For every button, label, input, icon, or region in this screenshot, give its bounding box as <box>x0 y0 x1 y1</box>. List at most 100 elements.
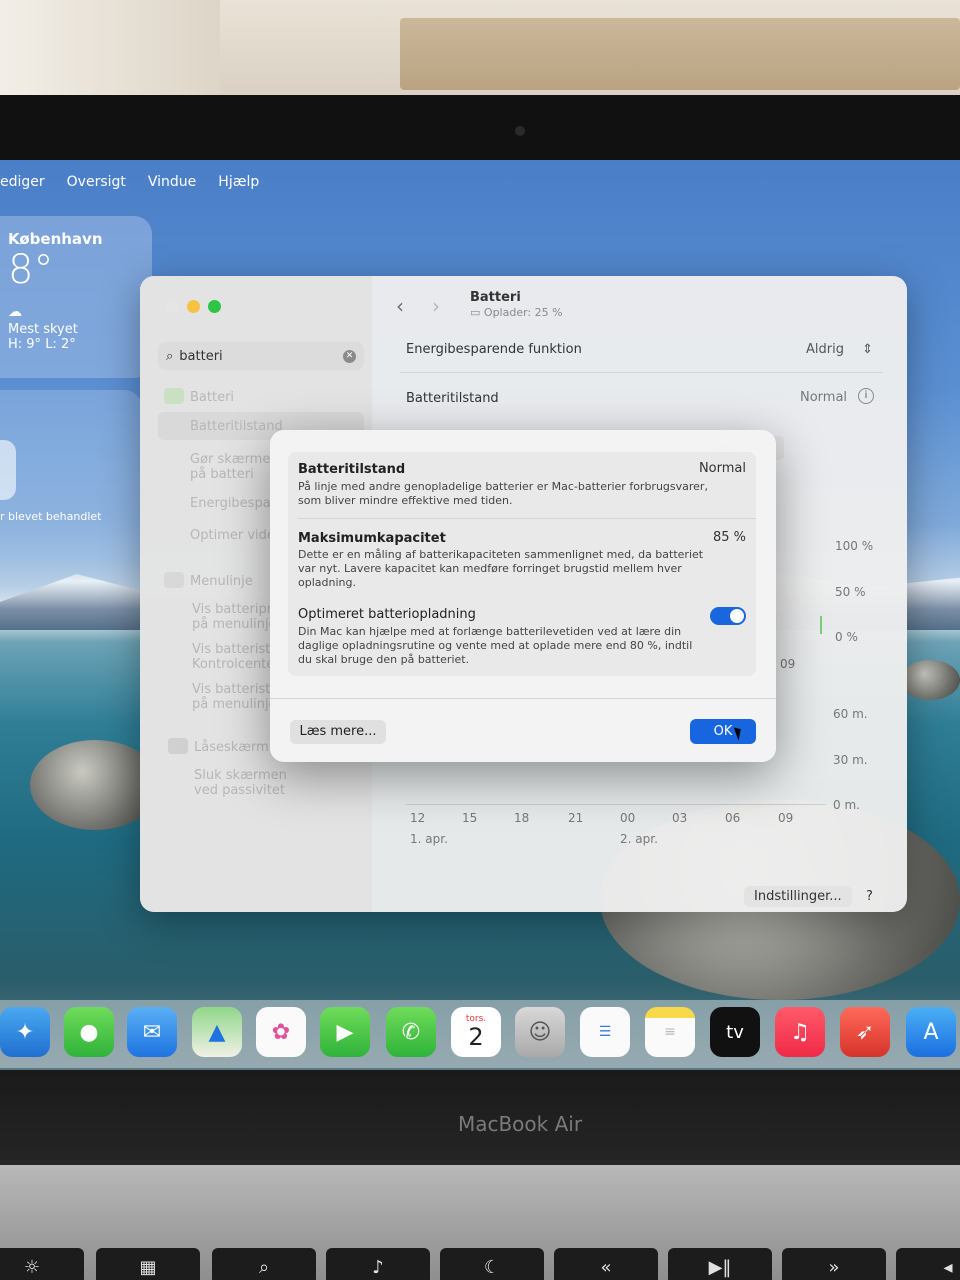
sidebar-item-battery[interactable]: Batteri <box>190 390 234 405</box>
battery-icon <box>164 388 184 404</box>
optimized-charging-toggle[interactable] <box>710 607 746 625</box>
capacity-text: Dette er en måling af batterikapaciteten… <box>298 548 704 589</box>
maps-icon[interactable]: ▲ <box>192 1007 242 1057</box>
capacity-title: Maksimumkapacitet <box>298 531 446 546</box>
apple-tv-icon[interactable]: tv <box>710 1007 760 1057</box>
y-tick: 100 % <box>835 539 874 553</box>
capacity-value: 85 % <box>712 530 746 545</box>
sidebar-item-make-screen[interactable]: Gør skærmen på batteri <box>190 452 279 482</box>
x-tick: 09 <box>778 811 794 825</box>
battery-health-dialog: Batteritilstand Normal På linje med andr… <box>270 430 776 762</box>
menu-edit[interactable]: ediger <box>0 174 45 190</box>
app-store-icon[interactable]: A <box>906 1007 956 1057</box>
weather-range: H: 9° L: 2° <box>8 337 76 352</box>
x-tick: 09 <box>780 657 796 671</box>
menu-view[interactable]: Oversigt <box>67 174 126 190</box>
mute-key-icon: ◂ <box>896 1248 960 1280</box>
x-tick: 18 <box>514 811 530 825</box>
dock: ✦ ● ✉ ▲ ✿ ▶ ✆ tors. 2 ☺ ☰ ≡ tv ♫ ➶ A <box>0 1000 960 1068</box>
sidebar-item-battery-state[interactable]: Batteritilstand <box>190 419 283 434</box>
sidebar-item-label: på batteri <box>190 467 254 482</box>
battery-level-bar <box>820 616 822 634</box>
energy-mode-label: Energibesparende funktion <box>406 342 582 357</box>
ok-button[interactable]: OK <box>690 719 756 744</box>
search-field[interactable]: ⌕ batteri ✕ <box>158 342 364 370</box>
sidebar-item-show-percent[interactable]: Vis batteripr på menulinje <box>192 602 277 632</box>
fast-forward-key-icon: » <box>782 1248 886 1280</box>
sidebar-item-energy[interactable]: Energibespa <box>190 496 271 511</box>
notes-icon[interactable]: ≡ <box>645 1007 695 1057</box>
phone-icon[interactable]: ✆ <box>386 1007 436 1057</box>
launchpad-icon[interactable]: ➶ <box>840 1007 890 1057</box>
widget-icon <box>0 440 16 500</box>
weather-condition: Mest skyet <box>8 322 78 337</box>
menubar: ediger Oversigt Vindue Hjælp <box>0 170 259 194</box>
secondary-widget[interactable]: r blevet behandlet <box>0 390 142 562</box>
photos-icon[interactable]: ✿ <box>256 1007 306 1057</box>
info-icon[interactable]: i <box>858 388 874 404</box>
music-icon[interactable]: ♫ <box>775 1007 825 1057</box>
cloud-icon: ☁ <box>8 304 22 320</box>
optimized-title: Optimeret batteriopladning <box>298 607 476 622</box>
chart-baseline <box>406 804 826 805</box>
focus-key-icon: ☾ <box>440 1248 544 1280</box>
door <box>0 0 220 95</box>
close-window-button[interactable] <box>166 300 179 313</box>
messages-icon[interactable]: ● <box>64 1007 114 1057</box>
contacts-icon[interactable]: ☺ <box>515 1007 565 1057</box>
divider <box>400 372 883 373</box>
clear-search-icon[interactable]: ✕ <box>343 349 356 363</box>
camera <box>515 126 525 136</box>
minimize-window-button[interactable] <box>187 300 200 313</box>
calendar-icon[interactable]: tors. 2 <box>451 1007 501 1057</box>
battery-health-value: Normal <box>800 390 848 405</box>
menubar-icon <box>164 572 184 588</box>
window-controls <box>166 300 221 313</box>
sidebar-item-optimize[interactable]: Optimer vide <box>190 528 275 543</box>
dictation-key-icon: ♪ <box>326 1248 430 1280</box>
back-chevron-icon[interactable]: ‹ <box>396 294 404 318</box>
learn-more-button[interactable]: Læs mere... <box>290 720 386 744</box>
settings-button[interactable]: Indstillinger... <box>744 886 852 907</box>
y-tick: 60 m. <box>833 707 868 721</box>
chevron-updown-icon: ⇕ <box>862 342 874 357</box>
menu-window[interactable]: Vindue <box>148 174 196 190</box>
reminders-icon[interactable]: ☰ <box>580 1007 630 1057</box>
sidebar-item-show-status-menubar[interactable]: Vis batterista på menulinje <box>192 682 278 712</box>
apple-tv-label: tv <box>726 1021 744 1043</box>
battery-health-label: Batteritilstand <box>406 391 499 406</box>
sidebar-item-label: på menulinje <box>192 617 277 632</box>
mail-icon[interactable]: ✉ <box>127 1007 177 1057</box>
weather-widget[interactable]: København 8° ☁ Mest skyet H: 9° L: 2° <box>0 216 152 378</box>
date-label: 2. apr. <box>620 832 658 846</box>
sidebar-item-label: ved passivitet <box>194 783 285 798</box>
sidebar-item-label: Gør skærmen <box>190 452 279 467</box>
sidebar-item-show-status[interactable]: Vis batterista Kontrolcente <box>192 642 278 672</box>
mission-control-key-icon: ▦ <box>96 1248 200 1280</box>
page-subtitle: ▭ Oplader: 25 % <box>470 306 563 319</box>
facetime-icon[interactable]: ▶ <box>320 1007 370 1057</box>
sidebar-item-screen-off[interactable]: Sluk skærmen ved passivitet <box>194 768 287 798</box>
battery-charging-icon: ▭ <box>470 306 481 319</box>
x-tick: 15 <box>462 811 478 825</box>
widget-text: r blevet behandlet <box>0 510 102 523</box>
sidebar-item-label: Sluk skærmen <box>194 768 287 783</box>
y-tick: 0 m. <box>833 798 860 812</box>
energy-mode-select[interactable]: Aldrig ⇕ <box>806 342 873 357</box>
energy-mode-value: Aldrig <box>806 342 844 357</box>
sidebar-item-menubar[interactable]: Menulinje <box>190 574 253 589</box>
sidebar-item-lockscreen[interactable]: Låseskærm <box>194 740 269 755</box>
play-pause-key-icon: ▶‖ <box>668 1248 772 1280</box>
search-input[interactable]: batteri <box>179 349 222 364</box>
lock-icon <box>168 738 188 754</box>
forward-chevron-icon[interactable]: › <box>432 294 440 318</box>
room-background <box>0 0 960 100</box>
help-button[interactable]: ? <box>856 886 883 907</box>
calendar-date: 2 <box>468 1023 484 1051</box>
safari-icon[interactable]: ✦ <box>0 1007 50 1057</box>
health-value: Normal <box>698 461 746 476</box>
zoom-window-button[interactable] <box>208 300 221 313</box>
wallpaper-rock <box>900 660 960 700</box>
menu-help[interactable]: Hjælp <box>218 174 259 190</box>
health-text: På linje med andre genopladelige batteri… <box>298 480 708 507</box>
